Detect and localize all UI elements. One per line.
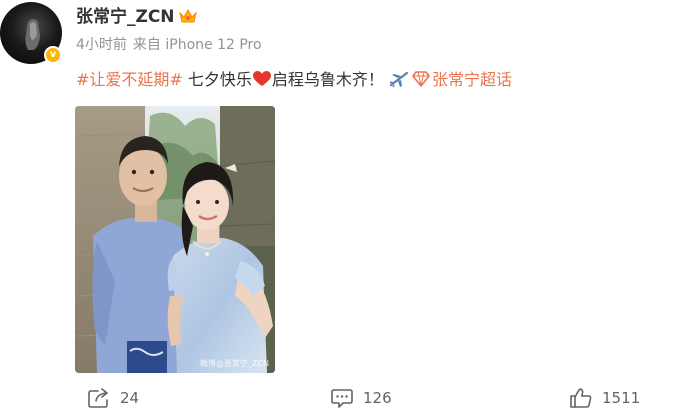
airplane-icon: [389, 71, 409, 88]
heart-icon: [252, 71, 271, 86]
supertopic-diamond-icon: [412, 71, 430, 87]
repost-button[interactable]: 24: [88, 386, 139, 410]
action-bar: 24 126 1511: [0, 382, 700, 414]
avatar-container[interactable]: v: [0, 2, 62, 64]
repost-icon: [88, 388, 108, 408]
repost-count: 24: [120, 389, 140, 407]
comment-count: 126: [363, 389, 392, 407]
post-text: #让爱不延期# 七夕快乐 启程乌鲁木齐！ 张常宁超话: [76, 69, 512, 91]
hashtag-link[interactable]: #让爱不延期#: [76, 70, 183, 89]
comment-button[interactable]: 126: [331, 386, 392, 410]
verified-badge-icon: v: [44, 46, 62, 64]
username[interactable]: 张常宁_ZCN: [76, 6, 175, 28]
post-source: 来自 iPhone 12 Pro: [132, 37, 262, 53]
like-button[interactable]: 1511: [570, 386, 640, 410]
like-count: 1511: [602, 389, 641, 407]
post-text-part-1: 七夕快乐: [182, 70, 252, 89]
post-photo[interactable]: 微博@张常宁_ZCN: [75, 106, 275, 373]
post-meta: 4小时前 来自 iPhone 12 Pro: [76, 36, 268, 54]
supertopic-link[interactable]: 张常宁超话: [432, 70, 512, 89]
post-text-part-2: 启程乌鲁木齐！: [271, 70, 384, 89]
weibo-post: v 张常宁_ZCN 4小时前 来自 iPhone 12 Pro #让爱不延期# 七…: [0, 0, 700, 420]
thumbs-up-icon: [570, 388, 592, 408]
crown-icon: [179, 8, 197, 23]
post-time[interactable]: 4小时前: [76, 37, 127, 53]
comment-icon: [331, 389, 353, 408]
photo-watermark: 微博@张常宁_ZCN: [199, 359, 269, 368]
